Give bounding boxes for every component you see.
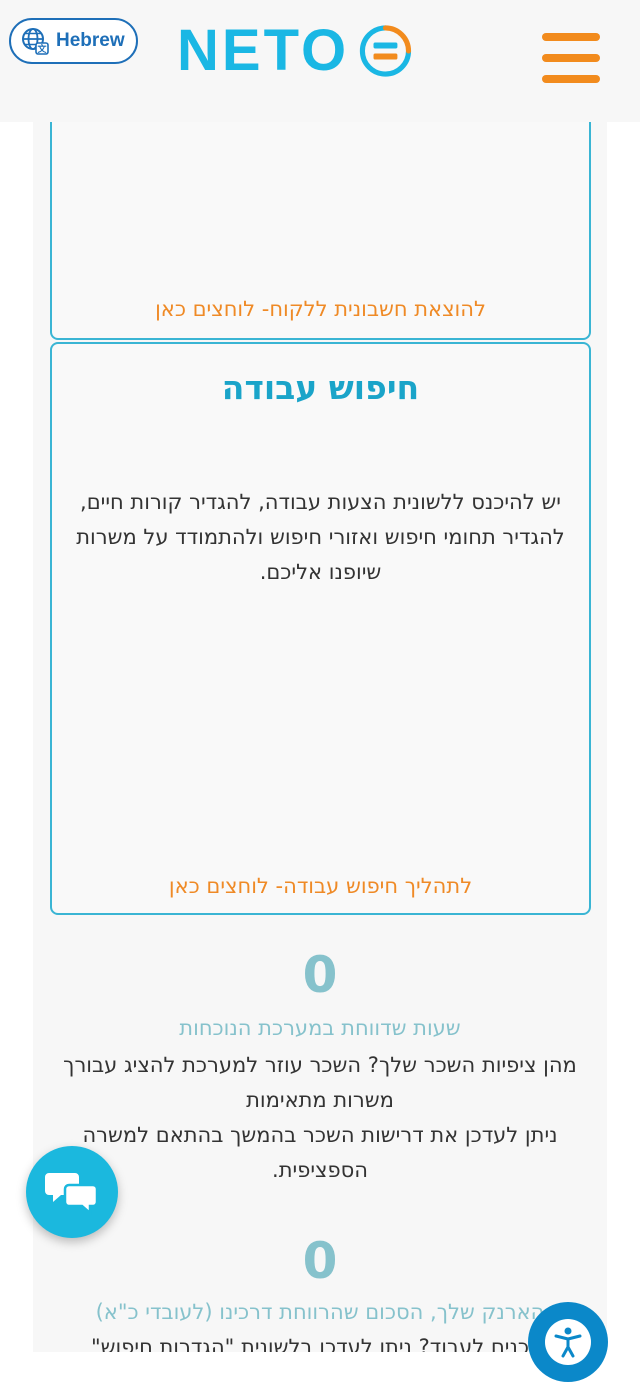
client-invoice-link[interactable]: להוצאת חשבונית ללקוח- לוחצים כאן: [52, 297, 589, 321]
hamburger-menu-icon[interactable]: [542, 33, 600, 85]
salary-expectations-text: מהן ציפיות השכר שלך? השכר עוזר למערכת לה…: [40, 1048, 600, 1188]
menu-bar: [542, 33, 600, 41]
client-invoice-card: להוצאת חשבונית ללקוח- לוחצים כאן: [50, 110, 591, 340]
reported-hours-count: 0: [302, 946, 338, 1004]
accessibility-button[interactable]: [528, 1302, 608, 1382]
ready-to-work-text: מוכנים לעבוד? ניתן לעדכן בלשונית "הגדרות…: [40, 1330, 600, 1352]
svg-text:文: 文: [36, 43, 47, 55]
logo-equals-mark-icon: [359, 25, 412, 77]
ready-to-work-line: מוכנים לעבוד? ניתן לעדכן בלשונית "הגדרות…: [91, 1335, 549, 1352]
job-search-description: יש להיכנס ללשונית הצעות עבודה, להגדיר קו…: [76, 490, 565, 584]
reported-hours-label: שעות שדווחת במערכת הנוכחות: [179, 1016, 461, 1040]
wallet-label: הארנק שלך, הסכום שהרווחת דרכינו (לעובדי …: [95, 1300, 545, 1324]
wallet-amount: 0: [302, 1232, 338, 1290]
page: 文 Hebrew NETO להוצאת חשבונית ללקוח- לוחצ…: [0, 0, 640, 1385]
menu-bar: [542, 54, 600, 62]
salary-update-line: ניתן לעדכן את דרישות השכר בהמשך בהתאם למ…: [82, 1123, 558, 1182]
logo-wordmark: NETO: [177, 18, 350, 83]
accessibility-icon-badge: [545, 1319, 591, 1365]
globe-translate-icon: 文: [22, 28, 49, 55]
job-search-link[interactable]: לתהליך חיפוש עבודה- לוחצים כאן: [52, 874, 589, 898]
chat-bubbles-icon: [45, 1173, 99, 1215]
neto-logo[interactable]: NETO: [177, 16, 412, 86]
language-switch-button[interactable]: 文 Hebrew: [9, 18, 138, 64]
language-label: Hebrew: [56, 30, 125, 51]
job-search-title: חיפוש עבודה: [221, 368, 420, 407]
menu-bar: [542, 75, 600, 83]
accessibility-person-icon: [554, 1327, 582, 1358]
salary-expectations-line: מהן ציפיות השכר שלך? השכר עוזר למערכת לה…: [63, 1053, 577, 1112]
job-search-card: חיפוש עבודה יש להיכנס ללשונית הצעות עבוד…: [50, 342, 591, 915]
chat-button[interactable]: [26, 1146, 118, 1238]
site-header: 文 Hebrew NETO: [0, 0, 640, 122]
